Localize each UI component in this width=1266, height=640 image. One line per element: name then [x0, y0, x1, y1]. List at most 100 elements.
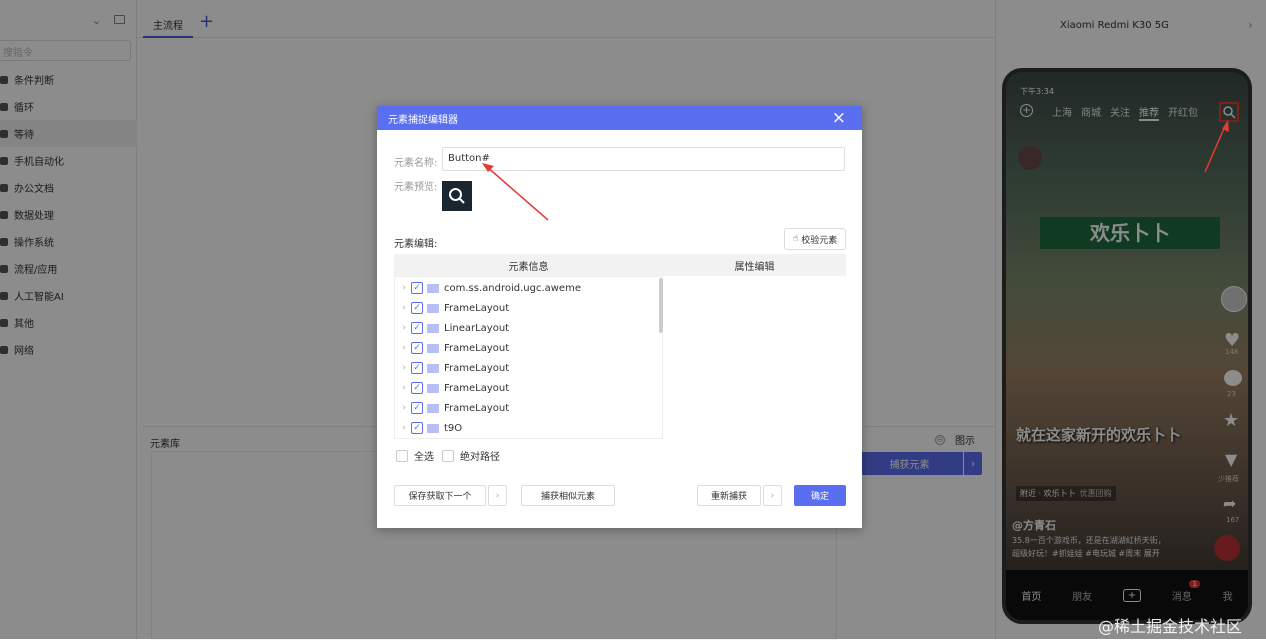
chevron-right-icon[interactable]: › [397, 403, 411, 413]
author-name[interactable]: @方青石 [1012, 517, 1056, 533]
tree-node[interactable]: › ✓ FrameLayout [395, 398, 655, 418]
top-tab[interactable]: 开红包 [1168, 104, 1198, 121]
sidebar-item-other[interactable]: 其他 [0, 309, 137, 336]
top-tab[interactable]: 推荐 [1139, 104, 1159, 121]
status-time: 下午3:34 [1020, 87, 1054, 96]
sidebar-toolbar: ⌄ [0, 14, 137, 34]
confirm-button[interactable]: 确定 [794, 485, 846, 506]
add-tab-button[interactable]: + [199, 12, 214, 32]
save-next-button[interactable]: 保存获取下一个 [394, 485, 486, 506]
sidebar-item-os[interactable]: 操作系统 [0, 228, 137, 255]
recapture-button[interactable]: 重新捕获 [697, 485, 761, 506]
tab-main-flow[interactable]: 主流程 [143, 12, 193, 38]
phone-screen[interactable]: 下午3:34 + 上海 商城 关注 推荐 开红包 欢乐卜卜 就在这家新开的欢乐卜… [1006, 72, 1248, 620]
element-tree[interactable]: › ✓ com.ss.android.ugc.aweme › ✓ FrameLayout… [394, 276, 663, 439]
chevron-right-icon[interactable]: › [397, 303, 411, 313]
top-tab[interactable]: 关注 [1110, 104, 1130, 121]
loop-icon [0, 102, 8, 111]
dialog-title: 元素捕捉编辑器 [388, 114, 458, 126]
node-checkbox[interactable]: ✓ [411, 422, 423, 434]
nav-friends[interactable]: 朋友 [1072, 588, 1092, 603]
top-tab[interactable]: 商城 [1081, 104, 1101, 121]
share-icon[interactable]: ➦ [1223, 494, 1236, 513]
fold-icon[interactable] [114, 15, 125, 24]
tree-node[interactable]: › ✓ com.ss.android.ugc.aweme [395, 278, 655, 298]
nav-me[interactable]: 我 [1223, 588, 1233, 603]
tree-node[interactable]: › ✓ FrameLayout [395, 378, 655, 398]
top-tab[interactable]: 上海 [1052, 104, 1072, 121]
tree-node[interactable]: › ✓ FrameLayout [395, 338, 655, 358]
tree-node[interactable]: › ✓ FrameLayout [395, 358, 655, 378]
sidebar-item-label: 其他 [14, 319, 34, 330]
tree-node[interactable]: › ✓ t9O [395, 418, 655, 438]
checkbox-box[interactable] [442, 449, 454, 462]
element-name-input[interactable]: Button# [442, 147, 845, 171]
nav-create[interactable]: + [1122, 588, 1142, 602]
other-icon [0, 318, 8, 327]
like-count: 148 [1225, 348, 1239, 356]
sidebar-item-network[interactable]: 网络 [0, 336, 137, 363]
capture-element-button[interactable]: 捕获元素 [856, 452, 963, 475]
location-tag[interactable]: 附近 · 欢乐卜卜 优惠团购 [1016, 486, 1116, 501]
node-checkbox[interactable]: ✓ [411, 402, 423, 414]
device-panel: Xiaomi Redmi K30 5G › 下午3:34 + 上海 商城 关注 … [995, 0, 1266, 639]
sidebar-item-loop[interactable]: 循环 [0, 93, 137, 120]
chevron-right-icon[interactable]: › [397, 343, 411, 353]
recapture-dropdown[interactable]: › [763, 485, 782, 506]
chevron-right-icon[interactable]: › [397, 283, 411, 293]
chevron-right-icon[interactable]: › [397, 363, 411, 373]
checkbox-box[interactable] [396, 449, 408, 462]
sidebar-item-data[interactable]: 数据处理 [0, 201, 137, 228]
video-caption: 就在这家新开的欢乐卜卜 [1016, 426, 1182, 444]
sidebar-item-office[interactable]: 办公文档 [0, 174, 137, 201]
description-line: 35.8一百个游戏币，还是在湖湖虹桥天街， [1012, 536, 1166, 545]
close-icon[interactable]: × [832, 110, 846, 127]
search-icon[interactable] [1219, 102, 1239, 122]
element-capture-dialog: 元素捕捉编辑器 × 元素名称: Button# 元素预览: 元素编辑: ☝ 校验… [377, 106, 862, 528]
sidebar-item-flow[interactable]: 流程/应用 [0, 255, 137, 282]
live-icon[interactable] [1018, 146, 1042, 170]
chevron-right-icon[interactable]: › [397, 383, 411, 393]
collapse-icon[interactable]: ⌄ [92, 14, 101, 27]
select-all-checkbox[interactable]: 全选 [396, 448, 434, 463]
absolute-path-checkbox[interactable]: 绝对路径 [442, 448, 500, 463]
nav-home[interactable]: 首页 [1021, 588, 1041, 603]
node-checkbox[interactable]: ✓ [411, 342, 423, 354]
verify-element-button[interactable]: ☝ 校验元素 [784, 228, 846, 250]
music-disc-icon[interactable] [1214, 535, 1240, 561]
expand-link[interactable]: 展开 [1144, 549, 1160, 558]
star-icon[interactable]: ★ [1223, 410, 1239, 431]
capture-similar-button[interactable]: 捕获相似元素 [521, 485, 615, 506]
comment-icon[interactable] [1224, 370, 1242, 386]
watermark: @稀土掘金技术社区 [1098, 617, 1243, 636]
node-checkbox[interactable]: ✓ [411, 322, 423, 334]
chevron-right-icon[interactable]: › [397, 423, 411, 433]
node-label: t9O [444, 422, 463, 434]
avatar[interactable] [1221, 286, 1247, 312]
node-checkbox[interactable]: ✓ [411, 282, 423, 294]
node-checkbox[interactable]: ✓ [411, 382, 423, 394]
tree-node[interactable]: › ✓ FrameLayout [395, 298, 655, 318]
tree-node[interactable]: › ✓ LinearLayout [395, 318, 655, 338]
folder-icon [427, 403, 439, 413]
sidebar-item-condition[interactable]: 条件判断 [0, 66, 137, 93]
tree-scrollbar[interactable] [659, 278, 663, 333]
thumbs-down-icon[interactable]: ▼ [1225, 450, 1237, 469]
search-input[interactable]: 搜指令 [0, 40, 131, 61]
chevron-right-icon[interactable]: › [1248, 18, 1253, 32]
node-checkbox[interactable]: ✓ [411, 302, 423, 314]
add-icon[interactable]: + [1020, 104, 1033, 117]
sidebar-item-ai[interactable]: 人工智能AI [0, 282, 137, 309]
legend-label[interactable]: 图示 [955, 432, 975, 447]
chevron-right-icon[interactable]: › [397, 323, 411, 333]
folder-icon [427, 423, 439, 433]
node-checkbox[interactable]: ✓ [411, 362, 423, 374]
sidebar-item-mobile[interactable]: 手机自动化 [0, 147, 137, 174]
capture-dropdown-button[interactable]: › [964, 452, 982, 475]
sidebar-item-wait[interactable]: 等待 [0, 120, 137, 147]
video-description: 35.8一百个游戏币，还是在湖湖虹桥天街， 超级好玩！#抓娃娃 #电玩城 #周末… [1012, 534, 1212, 560]
save-next-dropdown[interactable]: › [488, 485, 507, 506]
data-icon [0, 210, 8, 219]
nav-messages[interactable]: 消息 1 [1172, 579, 1200, 603]
minus-circle-icon[interactable]: ⊖ [935, 434, 945, 445]
